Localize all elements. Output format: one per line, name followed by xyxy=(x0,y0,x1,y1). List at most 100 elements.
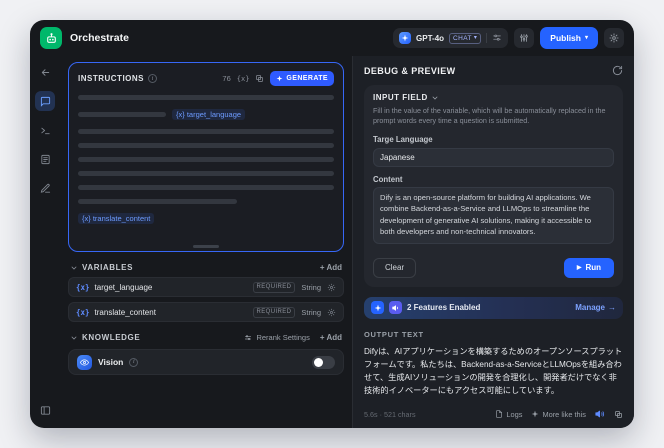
insert-variable-icon[interactable]: {x} xyxy=(237,75,250,83)
debug-header: DEBUG & PREVIEW xyxy=(364,65,623,76)
chevron-down-icon[interactable] xyxy=(70,334,78,342)
debug-panel: DEBUG & PREVIEW INPUT FIELD Fill in the … xyxy=(352,56,634,428)
collapse-sidebar-icon[interactable] xyxy=(35,400,55,420)
variables-header: VARIABLES + Add xyxy=(70,263,342,272)
skeleton-line xyxy=(78,95,334,100)
topbar: Orchestrate GPT-4o CHAT ▾ Publish ▾ xyxy=(30,20,634,56)
nav-api-icon[interactable] xyxy=(35,120,55,140)
skeleton-line xyxy=(78,171,334,176)
knowledge-header: KNOWLEDGE Rerank Settings + Add xyxy=(70,333,342,342)
char-count: 76 xyxy=(222,74,231,83)
skeleton-line xyxy=(78,129,334,134)
skeleton-line xyxy=(78,199,237,204)
output-text-body: Difyは、AIアプリケーションを構築するためのオープンソースプラットフォームで… xyxy=(364,346,623,395)
vision-feature-card: Vision i xyxy=(68,349,344,375)
form-actions: Clear ▶ Run xyxy=(373,257,614,278)
feature-speech-icon xyxy=(389,301,402,315)
features-enabled-bar[interactable]: 2 Features Enabled Manage → xyxy=(364,296,623,319)
output-footer: 5.6s · 521 chars Logs More like this xyxy=(364,409,623,419)
app-logo-icon xyxy=(40,27,62,49)
run-button[interactable]: ▶ Run xyxy=(563,257,614,278)
add-knowledge-button[interactable]: + Add xyxy=(320,333,342,342)
vision-toggle[interactable] xyxy=(312,355,335,369)
model-mode-badge[interactable]: CHAT ▾ xyxy=(449,32,482,44)
required-badge: REQUIRED xyxy=(252,281,296,293)
variable-token-target-language[interactable]: {x} target_language xyxy=(172,109,246,120)
nav-logs-icon[interactable] xyxy=(35,149,55,169)
publish-button[interactable]: Publish ▾ xyxy=(540,27,598,49)
input-field-card: INPUT FIELD Fill in the value of the var… xyxy=(364,85,623,287)
variable-type: String xyxy=(301,307,321,317)
input-field-title[interactable]: INPUT FIELD xyxy=(373,93,614,102)
output-meta: 5.6s · 521 chars xyxy=(364,409,416,419)
refresh-icon[interactable] xyxy=(612,65,623,76)
topbar-actions: GPT-4o CHAT ▾ Publish ▾ xyxy=(393,27,624,49)
play-icon: ▶ xyxy=(576,265,582,272)
clear-button[interactable]: Clear xyxy=(373,257,417,278)
copy-icon[interactable] xyxy=(255,74,264,83)
vision-label: Vision xyxy=(98,357,124,367)
instructions-title: INSTRUCTIONS xyxy=(78,74,144,83)
instructions-editor[interactable]: INSTRUCTIONS i 76 {x} GENERATE {x} targe… xyxy=(68,62,344,252)
feature-model-icon xyxy=(371,301,384,315)
scrollbar-handle[interactable] xyxy=(193,245,219,248)
info-icon: i xyxy=(148,74,157,83)
input-field-description: Fill in the value of the variable, which… xyxy=(373,106,606,126)
model-selector[interactable]: GPT-4o CHAT ▾ xyxy=(393,28,509,48)
chevron-down-icon: ▾ xyxy=(473,35,478,41)
variable-token-translate-content[interactable]: {x} translate_content xyxy=(78,213,155,224)
variable-settings-icon[interactable] xyxy=(327,283,336,292)
features-enabled-text: 2 Features Enabled xyxy=(407,303,481,313)
add-variable-button[interactable]: + Add xyxy=(320,263,342,272)
output-text-title: OUTPUT TEXT xyxy=(364,329,424,339)
tune-button[interactable] xyxy=(514,28,535,48)
content-textarea[interactable]: Dify is an open-source platform for buil… xyxy=(373,186,614,244)
variable-type: String xyxy=(301,282,321,292)
variable-row-translate-content[interactable]: {x} translate_content REQUIRED String xyxy=(68,302,344,322)
required-badge: REQUIRED xyxy=(252,306,296,318)
generate-button[interactable]: GENERATE xyxy=(270,71,334,86)
model-name: GPT-4o xyxy=(416,33,445,43)
orchestrate-panel: INSTRUCTIONS i 76 {x} GENERATE {x} targe… xyxy=(60,56,352,428)
page-title: Orchestrate xyxy=(70,32,129,44)
skeleton-line xyxy=(78,185,334,190)
instructions-header: INSTRUCTIONS i 76 {x} GENERATE xyxy=(78,71,334,86)
toggle-knob xyxy=(314,357,323,367)
back-icon[interactable] xyxy=(35,62,55,82)
skeleton-line xyxy=(78,157,334,162)
variables-title: VARIABLES xyxy=(82,263,134,272)
app-body: INSTRUCTIONS i 76 {x} GENERATE {x} targe… xyxy=(30,56,634,428)
more-like-this-button[interactable]: More like this xyxy=(531,410,586,419)
knowledge-title: KNOWLEDGE xyxy=(82,333,141,342)
field-label-content: Content xyxy=(373,174,403,184)
target-language-input[interactable] xyxy=(373,147,614,167)
variable-row-target-language[interactable]: {x} target_language REQUIRED String xyxy=(68,277,344,297)
skeleton-line xyxy=(78,112,166,117)
skeleton-line xyxy=(78,143,334,148)
nav-rail xyxy=(30,56,60,428)
field-label-target-language: Targe Language xyxy=(373,134,433,144)
rerank-settings-button[interactable]: Rerank Settings xyxy=(244,333,310,342)
chevron-down-icon: ▾ xyxy=(584,35,588,41)
variable-name: target_language xyxy=(94,282,153,292)
vision-eye-icon xyxy=(77,354,92,370)
nav-annotations-icon[interactable] xyxy=(35,178,55,198)
nav-orchestrate-icon[interactable] xyxy=(35,91,55,111)
app-window: Orchestrate GPT-4o CHAT ▾ Publish ▾ INST… xyxy=(30,20,634,428)
variable-settings-icon[interactable] xyxy=(327,308,336,317)
variable-name: translate_content xyxy=(94,307,156,317)
divider xyxy=(486,33,488,43)
chevron-down-icon[interactable] xyxy=(70,264,78,272)
model-params-icon[interactable] xyxy=(492,33,502,43)
speaker-icon[interactable] xyxy=(595,409,605,419)
variable-brace-icon: {x} xyxy=(76,307,90,317)
model-icon xyxy=(399,32,412,44)
logs-button[interactable]: Logs xyxy=(495,410,522,419)
manage-features-button[interactable]: Manage → xyxy=(575,303,616,312)
copy-output-icon[interactable] xyxy=(614,410,623,419)
debug-title: DEBUG & PREVIEW xyxy=(364,65,456,76)
arrow-right-icon: → xyxy=(608,303,616,313)
variable-brace-icon: {x} xyxy=(76,282,90,292)
settings-gear-button[interactable] xyxy=(604,28,624,48)
info-icon: i xyxy=(129,357,139,367)
